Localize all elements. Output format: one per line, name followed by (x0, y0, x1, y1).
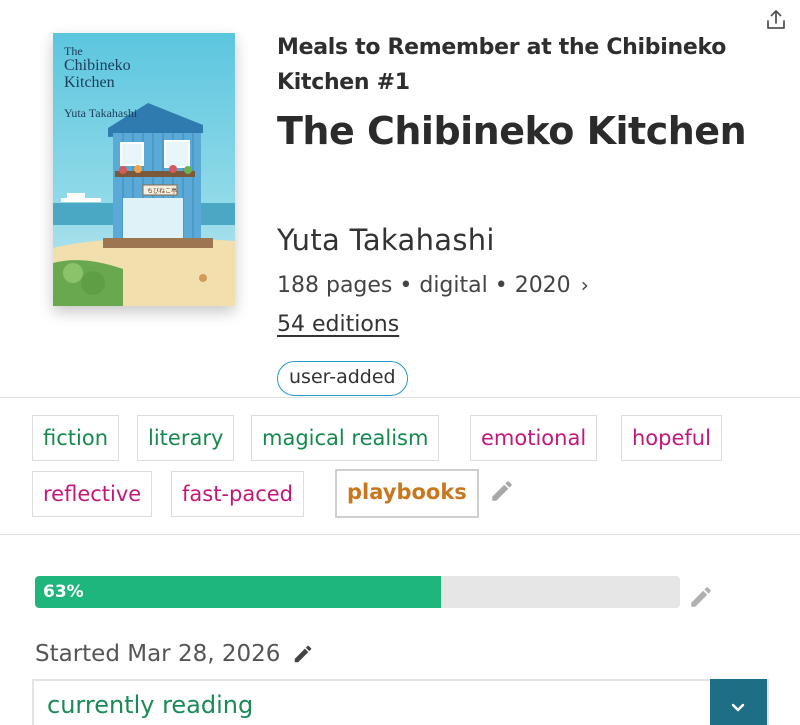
reading-progress-bar[interactable]: 63% (35, 576, 680, 608)
tag-reflective[interactable]: reflective (32, 471, 153, 517)
progress-percent: 63% (43, 582, 84, 602)
author-name[interactable]: Yuta Takahashi (277, 220, 495, 260)
cover-illustration: The Chibineko Kitchen Yuta Takahashi ちびね… (53, 33, 235, 306)
started-date-text: Started Mar 28, 2026 (35, 641, 281, 667)
status-dropdown-button[interactable] (710, 679, 767, 725)
tag-fast-paced[interactable]: fast-paced (171, 471, 305, 517)
progress-fill (35, 576, 442, 608)
started-date: Started Mar 28, 2026 (35, 637, 314, 671)
book-cover[interactable]: The Chibineko Kitchen Yuta Takahashi ちびね… (53, 33, 235, 306)
edit-progress-button[interactable] (688, 584, 714, 614)
user-added-badge: user-added (277, 361, 408, 396)
tag-playbooks[interactable]: playbooks (335, 469, 479, 518)
divider (0, 534, 800, 535)
tag-literary[interactable]: literary (137, 415, 235, 461)
editions-link[interactable]: 54 editions (277, 308, 399, 342)
cover-title-1: The (64, 44, 83, 58)
cover-author: Yuta Takahashi (64, 106, 138, 120)
chevron-down-icon (731, 703, 745, 712)
share-button[interactable] (764, 8, 788, 32)
reading-status-value: currently reading (47, 691, 254, 719)
reading-status-select[interactable]: currently reading (32, 679, 769, 725)
book-title: The Chibineko Kitchen (277, 109, 747, 153)
cover-title-2: Chibineko (64, 57, 131, 74)
book-meta-text: 188 pages • digital • 2020 (277, 273, 571, 298)
chevron-right-icon: › (580, 273, 589, 297)
edit-tags-button[interactable] (489, 478, 515, 508)
tag-magical-realism[interactable]: magical realism (251, 415, 440, 461)
book-meta[interactable]: 188 pages • digital • 2020 › (277, 268, 589, 303)
pencil-icon[interactable] (292, 643, 314, 665)
cover-title-3: Kitchen (64, 74, 115, 91)
share-icon (767, 10, 785, 29)
pencil-icon (691, 587, 711, 607)
series-title[interactable]: Meals to Remember at the Chibineko Kitch… (277, 30, 747, 100)
pencil-icon (492, 481, 512, 501)
cover-sign: ちびねこ亭 (147, 187, 177, 195)
tag-fiction[interactable]: fiction (32, 415, 119, 461)
tag-emotional[interactable]: emotional (470, 415, 598, 461)
tag-hopeful[interactable]: hopeful (621, 415, 722, 461)
divider (0, 397, 800, 398)
